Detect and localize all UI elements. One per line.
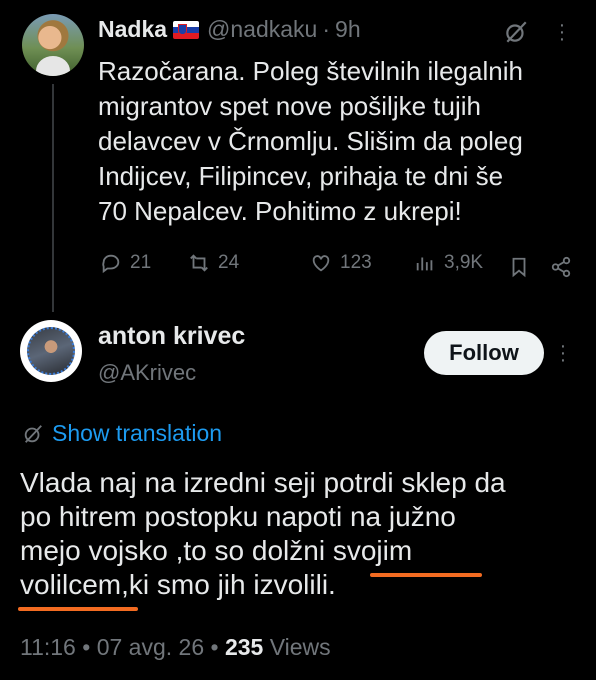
avatar-nadka[interactable] [22,14,84,76]
separator: · [322,16,331,42]
views-icon [416,257,433,271]
repost-count: 24 [218,252,240,273]
reply-icon [102,254,120,274]
show-translation-link[interactable]: Show translation [22,420,222,447]
follow-button[interactable]: Follow [424,331,544,375]
grok-icon[interactable] [503,19,529,45]
author-handle[interactable]: @nadkaku [207,16,317,43]
thread-line [52,84,54,312]
author-name[interactable]: Nadka [98,16,167,43]
views-button[interactable]: 3,9K [414,252,483,274]
more-options-icon[interactable]: · · · [559,336,567,370]
tweet1-header: Nadka @nadkaku · 9h [98,16,361,43]
repost-icon [190,254,208,272]
share-icon[interactable] [550,256,572,278]
separator: • [82,634,91,660]
views-label: Views [269,634,331,660]
tweet-time[interactable]: 11:16 [20,634,76,660]
heart-icon [312,255,330,272]
separator: • [210,634,219,660]
translate-icon [24,424,42,443]
reply-button[interactable]: 21 [100,252,151,274]
reply-count: 21 [130,252,152,273]
author-handle[interactable]: @AKrivec [98,360,196,386]
show-translation-label: Show translation [52,420,223,446]
more-options-icon[interactable]: · · · [558,15,566,49]
annotation-underline [18,607,138,611]
tweet1-text: Razočarana. Poleg številnih ilegalnih mi… [98,56,523,226]
tweet2-text: Vlada naj na izredni seji potrdi sklep d… [20,467,506,600]
bookmark-icon[interactable] [508,256,530,278]
tweet1-actions: 21 24 123 3,9K [98,252,576,282]
tweet2-meta: 11:16 • 07 avg. 26 • 235 Views [20,634,331,661]
like-count: 123 [340,252,372,273]
author-name[interactable]: anton krivec [98,322,245,351]
tweet-time[interactable]: 9h [335,16,361,43]
avatar-anton-krivec[interactable] [20,320,82,382]
repost-button[interactable]: 24 [188,252,239,274]
slovenia-flag-icon [173,20,200,39]
like-button[interactable]: 123 [310,252,372,274]
tweet-date[interactable]: 07 avg. 26 [97,634,204,660]
annotation-underline [370,573,482,577]
views-count: 3,9K [444,252,484,273]
views-count: 235 [224,634,264,660]
